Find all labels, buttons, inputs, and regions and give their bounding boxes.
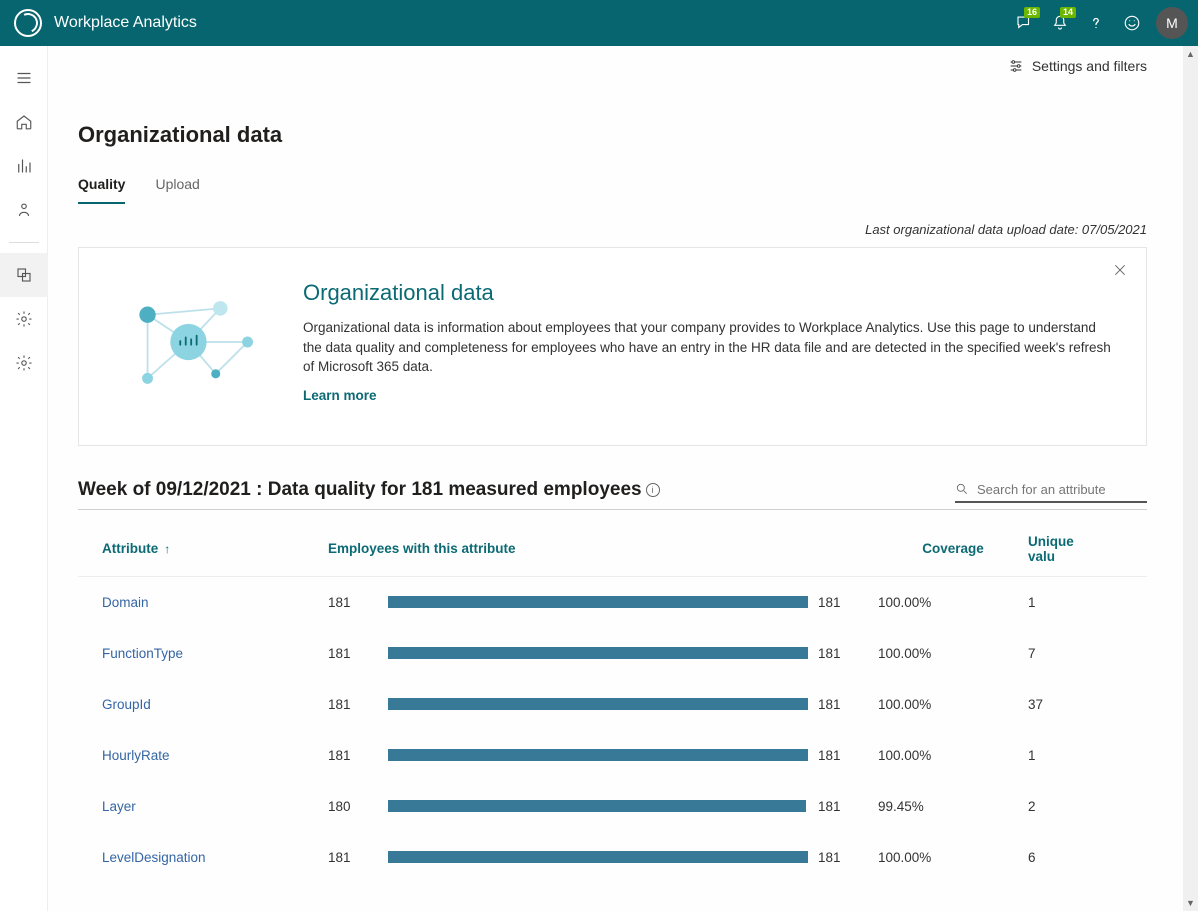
people-icon[interactable] (0, 188, 48, 232)
data-sources-icon[interactable] (0, 253, 48, 297)
employee-count: 181 (328, 697, 388, 712)
app-logo-icon (14, 9, 42, 37)
coverage-pct: 100.00% (878, 697, 1028, 712)
feedback-smile-icon[interactable] (1114, 5, 1150, 41)
coverage-bar-value: 181 (818, 697, 878, 712)
table-row: Layer 180 181 99.45% 2 (78, 781, 1147, 832)
coverage-bar (388, 851, 818, 863)
notifications-icon[interactable]: 14 (1042, 5, 1078, 41)
coverage-pct: 100.00% (878, 595, 1028, 610)
last-upload-date: Last organizational data upload date: 07… (78, 222, 1147, 237)
tab-upload[interactable]: Upload (155, 176, 199, 204)
analytics-icon[interactable] (0, 144, 48, 188)
notifications-badge: 14 (1060, 7, 1076, 18)
employee-count: 181 (328, 595, 388, 610)
attribute-link[interactable]: Domain (78, 595, 328, 610)
coverage-bar-value: 181 (818, 646, 878, 661)
section-heading-text: Week of 09/12/2021 : Data quality for 18… (78, 479, 642, 501)
coverage-pct: 100.00% (878, 646, 1028, 661)
info-icon[interactable]: i (646, 483, 660, 497)
app-name: Workplace Analytics (54, 14, 197, 32)
search-icon (955, 482, 969, 496)
page-title: Organizational data (78, 122, 1147, 148)
unique-count: 6 (1028, 850, 1098, 865)
table-row: GroupId 181 181 100.00% 37 (78, 679, 1147, 730)
messages-badge: 16 (1024, 7, 1040, 18)
col-coverage[interactable]: Coverage (878, 541, 1028, 556)
search-input[interactable] (977, 482, 1147, 497)
attribute-link[interactable]: HourlyRate (78, 748, 328, 763)
coverage-bar (388, 800, 818, 812)
employee-count: 181 (328, 748, 388, 763)
admin-gear-icon[interactable] (0, 341, 48, 385)
hamburger-menu-icon[interactable] (0, 56, 48, 100)
col-attribute[interactable]: Attribute ↑ (78, 541, 328, 556)
unique-count: 1 (1028, 595, 1098, 610)
coverage-bar-value: 181 (818, 850, 878, 865)
col-attribute-label: Attribute (102, 541, 158, 556)
help-icon[interactable] (1078, 5, 1114, 41)
employee-count: 181 (328, 850, 388, 865)
unique-count: 1 (1028, 748, 1098, 763)
rail-divider (9, 242, 39, 243)
table-row: Domain 181 181 100.00% 1 (78, 577, 1147, 628)
coverage-bar-value: 181 (818, 595, 878, 610)
coverage-pct: 99.45% (878, 799, 1028, 814)
info-card-heading: Organizational data (303, 280, 1112, 306)
avatar[interactable]: M (1156, 7, 1188, 39)
unique-count: 37 (1028, 697, 1098, 712)
main-content: Settings and filters Organizational data… (48, 46, 1183, 911)
scroll-down-arrow[interactable]: ▼ (1183, 895, 1198, 911)
coverage-bar (388, 596, 818, 608)
sliders-icon (1008, 58, 1024, 74)
coverage-bar (388, 749, 818, 761)
left-nav-rail (0, 46, 48, 911)
attributes-table: Attribute ↑ Employees with this attribut… (78, 528, 1147, 883)
close-icon[interactable] (1112, 262, 1128, 283)
coverage-pct: 100.00% (878, 748, 1028, 763)
vertical-scrollbar[interactable]: ▲ ▼ (1183, 46, 1198, 911)
coverage-bar (388, 698, 818, 710)
table-row: FunctionType 181 181 100.00% 7 (78, 628, 1147, 679)
info-card-body: Organizational data is information about… (303, 318, 1112, 377)
info-card: Organizational data Organizational data … (78, 247, 1147, 446)
coverage-pct: 100.00% (878, 850, 1028, 865)
table-row: LevelDesignation 181 181 100.00% 6 (78, 832, 1147, 883)
learn-more-link[interactable]: Learn more (303, 388, 377, 403)
home-icon[interactable] (0, 100, 48, 144)
coverage-bar-value: 181 (818, 799, 878, 814)
attribute-search[interactable] (955, 478, 1147, 503)
col-unique[interactable]: Unique valu (1028, 534, 1098, 564)
attribute-link[interactable]: LevelDesignation (78, 850, 328, 865)
settings-gear-icon[interactable] (0, 297, 48, 341)
sort-asc-icon: ↑ (164, 542, 170, 556)
messages-icon[interactable]: 16 (1006, 5, 1042, 41)
section-heading: Week of 09/12/2021 : Data quality for 18… (78, 479, 660, 501)
unique-count: 7 (1028, 646, 1098, 661)
tab-quality[interactable]: Quality (78, 176, 125, 204)
attribute-link[interactable]: GroupId (78, 697, 328, 712)
col-employees[interactable]: Employees with this attribute (328, 541, 818, 556)
employee-count: 181 (328, 646, 388, 661)
table-header-row: Attribute ↑ Employees with this attribut… (78, 528, 1147, 577)
tabs: Quality Upload (78, 176, 1147, 204)
scroll-up-arrow[interactable]: ▲ (1183, 46, 1198, 62)
attribute-link[interactable]: FunctionType (78, 646, 328, 661)
coverage-bar-value: 181 (818, 748, 878, 763)
coverage-bar (388, 647, 818, 659)
settings-and-filters-label: Settings and filters (1032, 58, 1147, 74)
org-data-graphic (113, 280, 273, 405)
settings-and-filters-button[interactable]: Settings and filters (1008, 58, 1147, 74)
employee-count: 180 (328, 799, 388, 814)
unique-count: 2 (1028, 799, 1098, 814)
table-row: HourlyRate 181 181 100.00% 1 (78, 730, 1147, 781)
topbar: Workplace Analytics 16 14 M (0, 0, 1198, 46)
attribute-link[interactable]: Layer (78, 799, 328, 814)
